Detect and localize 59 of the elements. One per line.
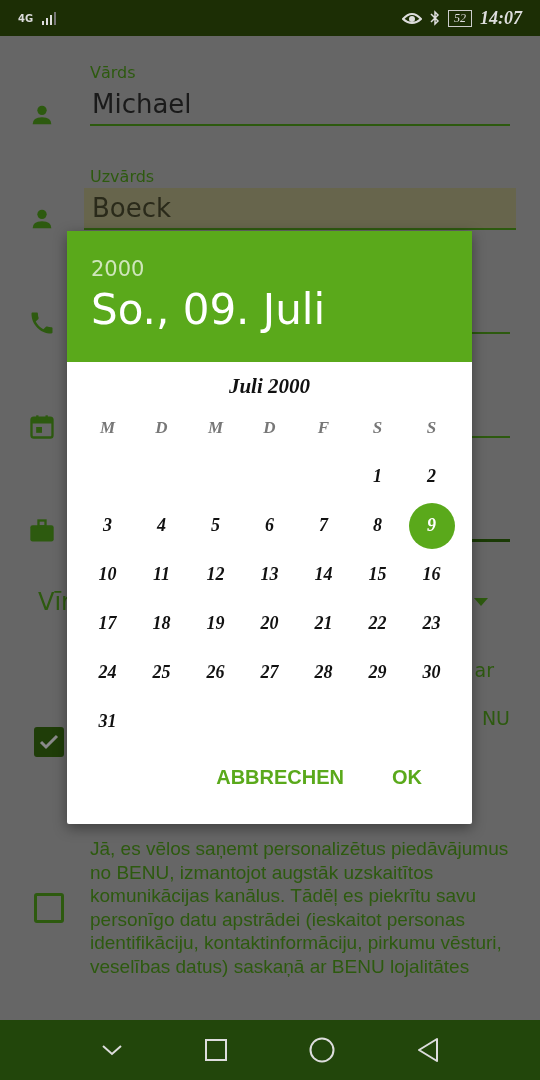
calendar-day[interactable]: 4 <box>138 502 185 549</box>
clock: 14:07 <box>480 7 522 29</box>
weekday-label: M <box>207 417 224 438</box>
bluetooth-icon <box>430 10 440 26</box>
square-icon[interactable] <box>205 1039 227 1061</box>
weekday-label: D <box>155 417 168 438</box>
weekday-label: M <box>99 417 116 438</box>
back-triangle-icon[interactable] <box>417 1037 439 1063</box>
calendar-day[interactable]: 7 <box>300 502 347 549</box>
calendar-day[interactable]: 29 <box>354 649 401 696</box>
network-label: 4G <box>18 12 34 24</box>
calendar-day[interactable]: 12 <box>192 551 239 598</box>
calendar-day[interactable]: 20 <box>246 600 293 647</box>
calendar-day[interactable]: 21 <box>300 600 347 647</box>
field-label: Uzvārds <box>90 166 156 188</box>
weekday-label: F <box>317 417 330 438</box>
calendar-day[interactable]: 26 <box>192 649 239 696</box>
calendar-day[interactable]: 6 <box>246 502 293 549</box>
eye-icon <box>402 11 422 25</box>
signal-icon <box>41 11 58 25</box>
consent-text: NU <box>481 706 510 730</box>
calendar-day[interactable]: 1 <box>354 453 401 500</box>
calendar-day[interactable]: 15 <box>354 551 401 598</box>
calendar-icon <box>28 413 56 441</box>
calendar-day[interactable]: 24 <box>84 649 131 696</box>
calendar-day[interactable]: 2 <box>408 453 455 500</box>
calendar-day[interactable]: 19 <box>192 600 239 647</box>
weekday-label: D <box>263 417 276 438</box>
calendar-day[interactable]: 5 <box>192 502 239 549</box>
calendar-day[interactable]: 13 <box>246 551 293 598</box>
calendar-day[interactable]: 18 <box>138 600 185 647</box>
calendar-day[interactable]: 27 <box>246 649 293 696</box>
calendar-day[interactable]: 22 <box>354 600 401 647</box>
calendar-day[interactable]: 31 <box>84 698 131 745</box>
checkbox[interactable] <box>34 727 64 757</box>
battery-indicator: 52 <box>448 9 472 27</box>
calendar-day[interactable]: 10 <box>84 551 131 598</box>
calendar-day[interactable]: 23 <box>408 600 455 647</box>
calendar-day[interactable]: 17 <box>84 600 131 647</box>
weekday-label: S <box>426 417 437 438</box>
calendar-day[interactable]: 14 <box>300 551 347 598</box>
checkbox[interactable] <box>34 892 64 923</box>
calendar-day[interactable]: 25 <box>138 649 185 696</box>
calendar-day[interactable]: 3 <box>84 502 131 549</box>
weekday-label: S <box>372 417 383 438</box>
month-title: Juli 2000 <box>228 374 311 399</box>
field-label: Vārds <box>90 62 137 84</box>
check-icon <box>39 734 59 750</box>
briefcase-icon <box>28 517 56 545</box>
selected-date: So., 09. Juli <box>91 285 326 334</box>
calendar-day[interactable]: 16 <box>408 551 455 598</box>
calendar-day[interactable]: 8 <box>354 502 401 549</box>
consent-text: ar <box>474 659 494 683</box>
calendar-day[interactable]: 11 <box>138 551 185 598</box>
chevron-down-icon[interactable] <box>101 1044 123 1056</box>
calendar-day[interactable]: 30 <box>408 649 455 696</box>
home-circle-icon[interactable] <box>309 1037 335 1063</box>
consent-text: Jā, es vēlos saņemt personalizētus piedāvājumus no BENU, izmantojot augstāk uzskaitītos komunikācijas kanālus. Tādēļ es piekrītu savu personīgo datu apstrādei (ieskaitot personas identifikāciju, kontaktinformāciju, pirkumu vēsturi, veselības datus) saskaņā ar BENU lojalitātes <box>90 837 510 978</box>
calendar-day[interactable]: 28 <box>300 649 347 696</box>
